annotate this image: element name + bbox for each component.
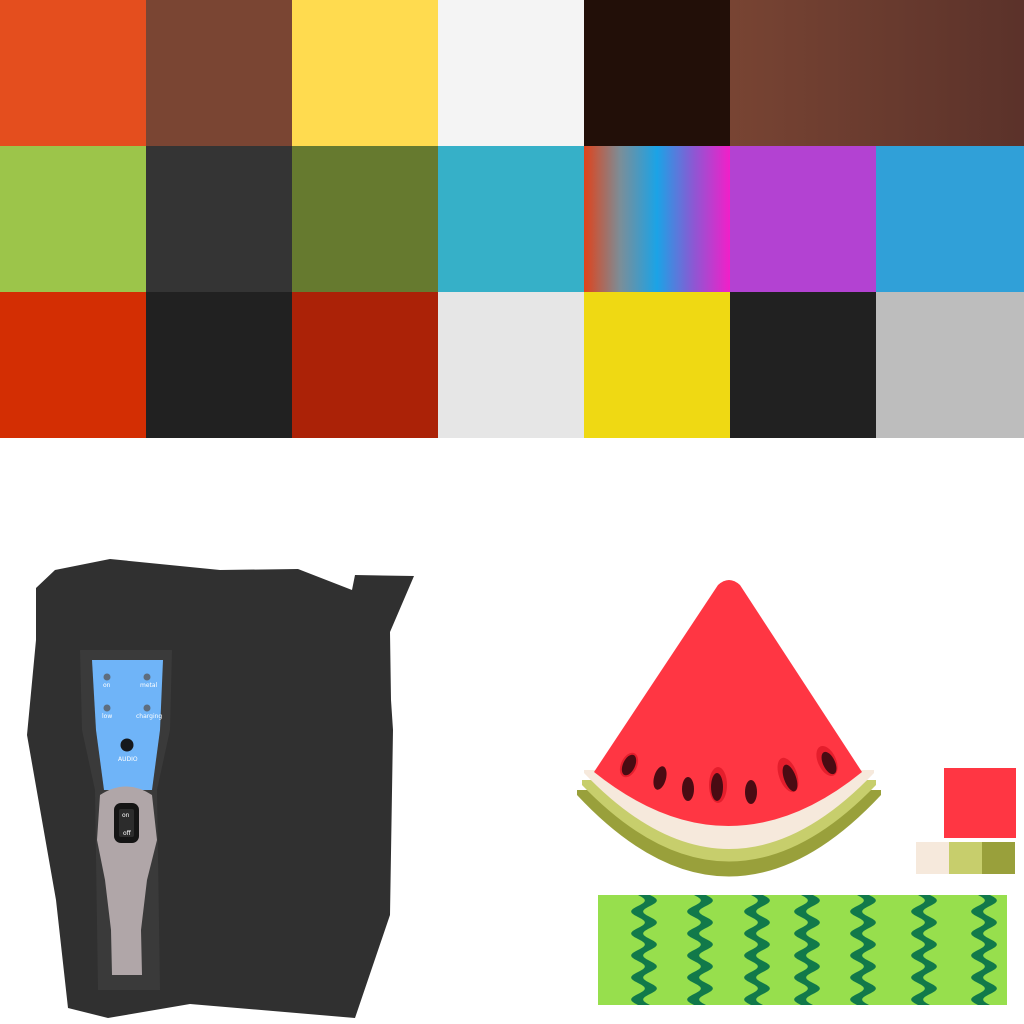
control-panel — [92, 660, 163, 790]
indicator-light-charging — [143, 704, 151, 712]
seed — [745, 780, 757, 804]
watermelon-slice — [577, 580, 881, 877]
label-audio: AUDIO — [118, 756, 138, 763]
indicator-light-metal — [143, 673, 151, 681]
label-low: low — [102, 713, 112, 720]
rind-outer-swatch — [982, 842, 1015, 874]
label-switch-off: off — [123, 830, 132, 837]
seed — [682, 777, 694, 801]
seed — [711, 773, 723, 801]
device-illustration: on metal low charging AUDIO on off — [27, 559, 414, 1018]
watermelon-flesh — [594, 580, 862, 826]
rind-inner-swatch — [916, 842, 949, 874]
label-switch-on: on — [122, 812, 130, 819]
label-on: on — [103, 682, 111, 689]
device-body — [27, 559, 414, 1018]
audio-jack — [120, 738, 134, 752]
rind-mid-swatch — [949, 842, 982, 874]
indicator-light-low — [103, 704, 111, 712]
indicator-light-on — [103, 673, 111, 681]
watermelon-color-key — [916, 768, 1016, 874]
watermelon-skin-strip — [598, 895, 1007, 1005]
label-charging: charging — [136, 713, 162, 720]
illustrations: on metal low charging AUDIO on off — [27, 559, 1016, 1018]
flesh-swatch — [944, 768, 1016, 838]
label-metal: metal — [140, 682, 158, 689]
